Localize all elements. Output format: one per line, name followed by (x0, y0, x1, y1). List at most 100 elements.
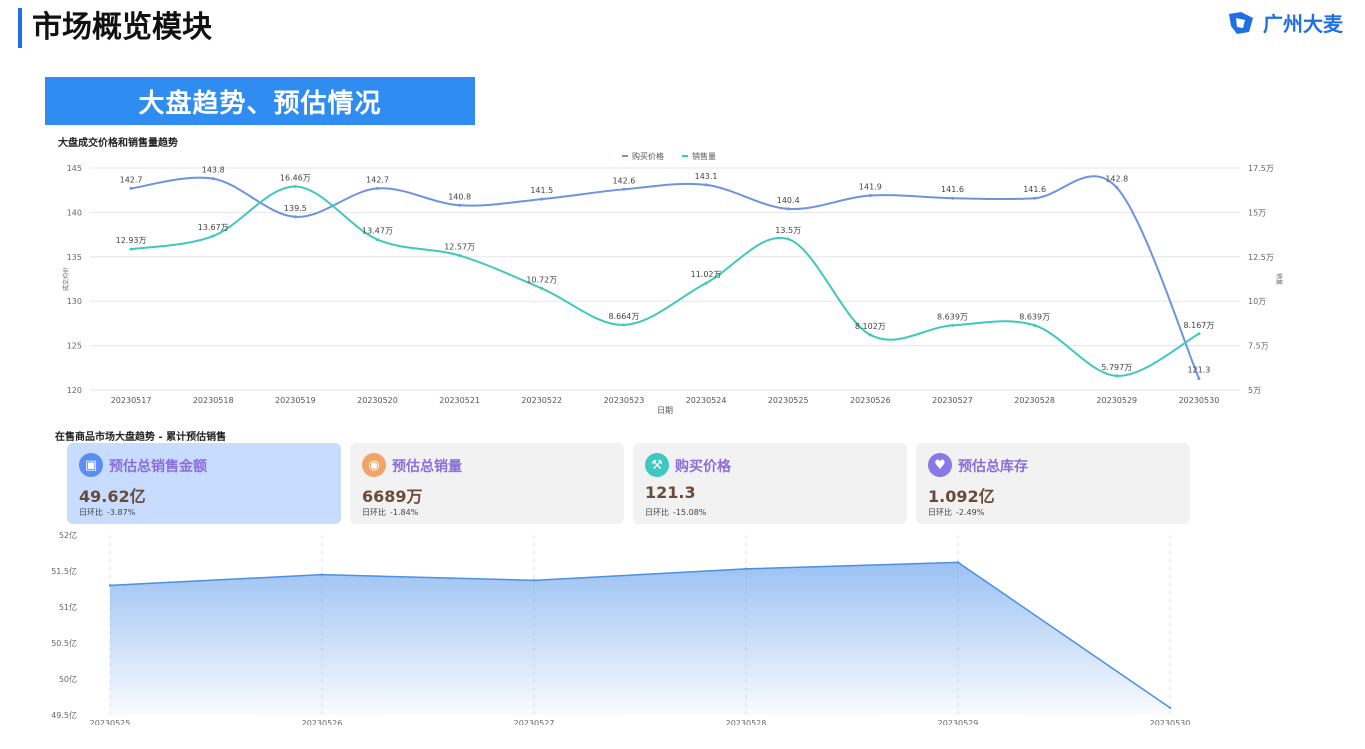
data-point (1197, 376, 1201, 380)
data-label: 8.102万 (855, 322, 886, 331)
data-label: 13.47万 (362, 227, 393, 236)
data-label: 12.57万 (444, 243, 475, 252)
data-point (622, 187, 626, 191)
data-label: 13.67万 (198, 223, 229, 232)
wallet-icon: ▣ (79, 453, 103, 477)
data-point (376, 186, 379, 190)
data-label: 141.6 (941, 185, 964, 194)
data-label: 12.93万 (116, 236, 147, 245)
data-label: 8.639万 (937, 312, 968, 321)
data-point (868, 333, 872, 337)
y2-tick-label: 17.5万 (1248, 164, 1274, 173)
kpi-label: 购买价格 (675, 459, 731, 475)
area-fill (110, 562, 1170, 715)
data-point (211, 234, 215, 238)
kpi-card[interactable]: ◉ 预估总销量 6689万 日环比 -1.84% (350, 443, 624, 524)
data-label: 142.7 (366, 175, 389, 184)
eye-icon: ◉ (362, 453, 386, 477)
y2-axis-title: 销量 (1275, 273, 1283, 285)
x-tick-label: 20230517 (111, 396, 152, 405)
x-tick-label: 20230525 (768, 396, 809, 405)
area-point (108, 584, 112, 587)
area-point (1168, 706, 1172, 709)
x-tick-label: 20230530 (1179, 396, 1220, 405)
x-tick-label: 20230523 (604, 396, 645, 405)
y-tick-label: 135 (67, 253, 82, 262)
brand: 广州大麦 (1227, 8, 1343, 37)
kpi-comparison: 日环比 -2.49% (928, 507, 984, 518)
data-point (458, 254, 462, 258)
data-point (293, 215, 297, 219)
data-label: 10.72万 (526, 275, 557, 284)
data-label: 16.46万 (280, 173, 311, 182)
area-y-tick-label: 51.5亿 (51, 566, 77, 576)
area-point (744, 567, 748, 571)
kpi-label: 预估总库存 (958, 459, 1028, 475)
kpi-comparison-label: 日环比 (928, 508, 952, 517)
kpi-comparison: 日环比 -1.84% (362, 507, 418, 518)
area-x-tick-label: 20230528 (726, 719, 767, 725)
area-y-tick-label: 52亿 (59, 530, 77, 540)
y-tick-label: 120 (67, 386, 82, 395)
x-tick-label: 20230528 (1014, 396, 1055, 405)
brand-logo-icon (1229, 11, 1253, 34)
data-point (1033, 196, 1037, 200)
data-point (1115, 374, 1119, 378)
y2-tick-label: 10万 (1248, 297, 1266, 306)
data-label: 142.7 (120, 175, 143, 184)
data-point (951, 323, 954, 327)
kpi-comparison: 日环比 -3.87% (79, 507, 135, 518)
kpi-value: 6689万 (362, 487, 423, 506)
data-point (129, 186, 133, 190)
data-label: 8.664万 (608, 312, 639, 321)
y2-tick-label: 15万 (1248, 208, 1266, 217)
area-point (532, 579, 536, 582)
y2-tick-label: 5万 (1248, 386, 1261, 395)
area-x-tick-label: 20230527 (514, 719, 555, 725)
data-label: 140.4 (777, 196, 800, 205)
kpi-value: 49.62亿 (79, 487, 146, 506)
legend-label-1: 销售量 (692, 151, 716, 161)
data-point (540, 286, 544, 290)
data-label: 141.9 (859, 183, 882, 192)
kpi-comparison-value: -2.49% (956, 508, 985, 517)
y-tick-label: 140 (67, 208, 82, 217)
data-label: 141.5 (530, 186, 553, 195)
data-label: 140.8 (448, 192, 471, 201)
data-label: 11.02万 (691, 270, 722, 279)
data-label: 8.167万 (1183, 321, 1214, 330)
data-point (622, 323, 626, 327)
data-label: 5.797万 (1101, 363, 1132, 372)
data-point (1115, 186, 1119, 190)
kpi-card[interactable]: ▣ 预估总销售金额 49.62亿 日环比 -3.87% (67, 443, 341, 524)
data-label: 143.8 (202, 166, 225, 175)
area-y-tick-label: 49.5亿 (51, 710, 77, 720)
kpi-comparison-label: 日环比 (645, 508, 669, 517)
area-x-tick-label: 20230529 (938, 719, 979, 725)
x-tick-label: 20230526 (850, 396, 891, 405)
data-point (458, 203, 462, 207)
kpi-value: 121.3 (645, 483, 696, 502)
kpi-card[interactable]: ♥ 预估总库存 1.092亿日环比 -2.49% (916, 443, 1190, 524)
data-point (786, 237, 790, 241)
kpi-value: 1.092亿 (928, 487, 995, 506)
kpi-comparison-value: -15.08% (673, 508, 707, 517)
kpi-comparison-value: -3.87% (107, 508, 136, 517)
box-icon: ♥ (928, 453, 952, 477)
cumulative-sales-area-chart: 52亿 51.5亿 51亿 50.5亿 50亿 49.5亿 20230525 20230526… (51, 530, 1190, 725)
data-label: 142.8 (1105, 175, 1128, 184)
y-axis-title: 成交均价 (62, 267, 70, 291)
data-label: 139.5 (284, 204, 307, 213)
data-label: 8.639万 (1019, 312, 1050, 321)
data-point (293, 184, 297, 188)
x-tick-label: 20230524 (686, 396, 727, 405)
page-title: 市场概览模块 (18, 8, 212, 48)
price-volume-line-chart: 购买价格 销售量 145 140 135 130 125 120 17.5万 15万 12.5万 10… (62, 151, 1283, 415)
x-tick-label: 20230519 (275, 396, 316, 405)
data-label: 13.5万 (775, 226, 801, 235)
kpi-card[interactable]: ⚒ 购买价格 121.3 日环比 -15.08% (633, 443, 907, 524)
data-point (868, 194, 872, 198)
area-x-tick-label: 20230526 (302, 719, 343, 725)
section-banner: 大盘趋势、预估情况 (45, 77, 475, 125)
brand-name: 广州大麦 (1263, 12, 1343, 36)
